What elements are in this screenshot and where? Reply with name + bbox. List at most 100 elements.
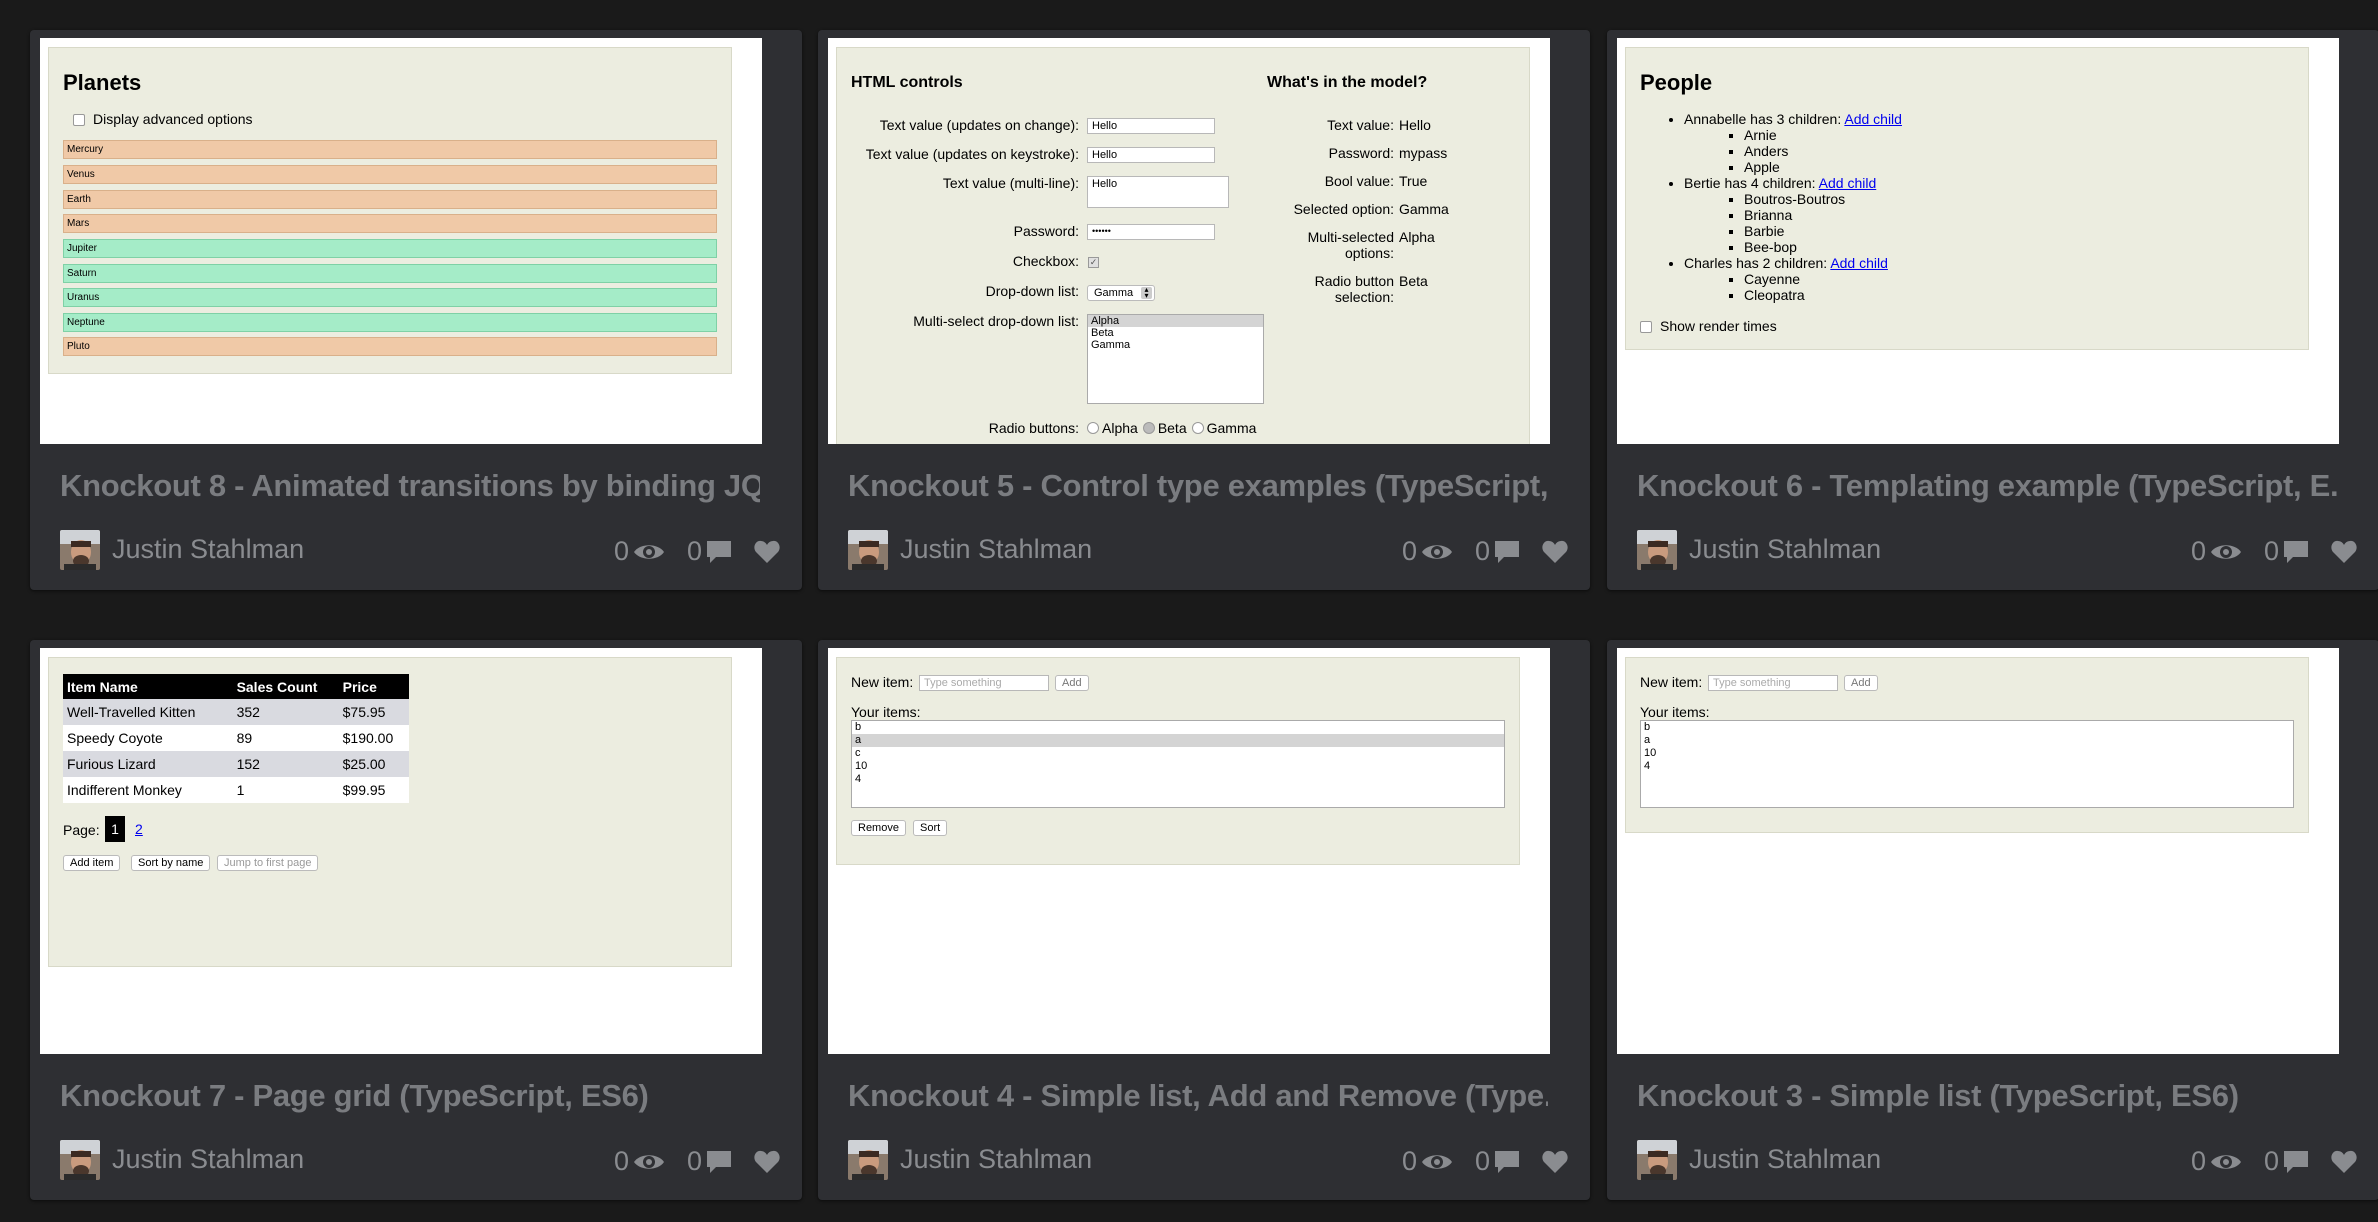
child-item: Bee-bop — [1744, 239, 1902, 255]
pen-grid: Planets Display advanced options Mercury… — [0, 0, 2378, 1222]
add-child-link[interactable]: Add child — [1844, 111, 1902, 127]
column-header: Price — [342, 678, 377, 695]
pen-preview[interactable]: Planets Display advanced options Mercury… — [40, 38, 762, 444]
heart-icon — [2331, 540, 2357, 563]
pen-stats: 0 0 — [592, 536, 780, 567]
model-checkbox[interactable]: ✓ — [1088, 257, 1099, 268]
pen-stats: 0 0 — [2169, 1146, 2357, 1177]
pen-title[interactable]: Knockout 3 - Simple list (TypeScript, ES… — [1637, 1078, 2337, 1114]
avatar[interactable] — [60, 1140, 100, 1180]
like-button[interactable] — [754, 1150, 780, 1174]
add-item-button[interactable]: Add item — [63, 855, 121, 871]
avatar[interactable] — [60, 530, 100, 570]
multiline-textarea[interactable]: Hello — [1087, 176, 1229, 208]
speech-bubble-icon — [2284, 540, 2308, 563]
author-name[interactable]: Justin Stahlman — [1689, 534, 1881, 565]
comments-count: 0 — [2263, 1146, 2279, 1176]
avatar[interactable] — [1637, 530, 1677, 570]
like-button[interactable] — [1542, 1150, 1568, 1174]
eye-icon — [1421, 1154, 1452, 1169]
multiselect-list[interactable]: Alpha Beta Gamma — [1087, 314, 1264, 404]
avatar[interactable] — [848, 1140, 888, 1180]
add-child-link[interactable]: Add child — [1819, 175, 1877, 191]
multiselect-option[interactable]: Gamma — [1088, 339, 1263, 351]
planet-row: Uranus — [63, 288, 717, 307]
author-name[interactable]: Justin Stahlman — [1689, 1144, 1881, 1175]
items-listbox[interactable]: b a c 10 4 — [851, 720, 1505, 808]
model-label: Text value: — [1327, 117, 1394, 133]
like-button[interactable] — [2331, 1150, 2357, 1174]
html-controls-heading: HTML controls — [851, 74, 963, 91]
multiselect-option[interactable]: Alpha — [1088, 315, 1263, 327]
like-button[interactable] — [1542, 540, 1568, 564]
model-value: Hello — [1399, 117, 1431, 133]
pen-title[interactable]: Knockout 8 - Animated transitions by bin… — [60, 468, 760, 504]
list-item[interactable]: 4 — [1641, 760, 2293, 773]
demo-panel: New item: Type something Add Your items:… — [836, 657, 1520, 865]
new-item-input[interactable]: Type something — [1708, 675, 1838, 691]
sort-by-name-button[interactable]: Sort by name — [131, 855, 211, 871]
pen-preview[interactable]: New item: Type something Add Your items:… — [1617, 648, 2339, 1054]
list-item[interactable]: 10 — [1641, 747, 2293, 760]
like-button[interactable] — [2331, 540, 2357, 564]
list-item[interactable]: a — [1641, 734, 2293, 747]
list-item[interactable]: b — [852, 721, 1504, 734]
author-name[interactable]: Justin Stahlman — [112, 1144, 304, 1175]
heart-icon — [754, 1150, 780, 1173]
author-name[interactable]: Justin Stahlman — [900, 534, 1092, 565]
pen-preview[interactable]: Item Name Sales Count Price Well-Travell… — [40, 648, 762, 1054]
dropdown-value: Gamma — [1094, 287, 1134, 299]
list-item[interactable]: 10 — [852, 760, 1504, 773]
radio-button[interactable] — [1191, 422, 1204, 434]
pen-title[interactable]: Knockout 6 - Templating example (TypeScr… — [1637, 468, 2337, 504]
items-listbox[interactable]: b a 10 4 — [1640, 720, 2294, 808]
author-name[interactable]: Justin Stahlman — [112, 534, 304, 565]
avatar[interactable] — [1637, 1140, 1677, 1180]
pen-title[interactable]: Knockout 5 - Control type examples (Type… — [848, 468, 1548, 504]
add-button[interactable]: Add — [1055, 675, 1089, 691]
like-button[interactable] — [754, 540, 780, 564]
pen-card[interactable]: Item Name Sales Count Price Well-Travell… — [30, 640, 802, 1200]
pen-preview[interactable]: HTML controls What's in the model? Text … — [828, 38, 1550, 444]
page-1-button[interactable]: 1 — [105, 816, 125, 842]
remove-button[interactable]: Remove — [851, 820, 906, 836]
table-cell: $99.95 — [342, 782, 386, 798]
avatar[interactable] — [848, 530, 888, 570]
dropdown-select[interactable]: Gamma ▴ ▾ — [1087, 285, 1155, 301]
pen-preview[interactable]: People Annabelle has 3 children: Add chi… — [1617, 38, 2339, 444]
table-row: Well-Travelled Kitten 352 $75.95 — [63, 699, 409, 725]
person-text: Bertie has 4 children: — [1684, 175, 1816, 191]
pen-card[interactable]: Planets Display advanced options Mercury… — [30, 30, 802, 590]
sort-button[interactable]: Sort — [913, 820, 948, 836]
password-input[interactable]: •••••• — [1087, 224, 1215, 240]
radio-button[interactable] — [1142, 422, 1155, 434]
pen-card[interactable]: New item: Type something Add Your items:… — [818, 640, 1590, 1200]
list-item[interactable]: a — [852, 734, 1504, 747]
page-2-link[interactable]: 2 — [135, 821, 143, 837]
pen-title[interactable]: Knockout 4 - Simple list, Add and Remove… — [848, 1078, 1548, 1114]
render-times-checkbox[interactable] — [1640, 321, 1652, 333]
pen-card[interactable]: New item: Type something Add Your items:… — [1607, 640, 2378, 1200]
page-label: Page: — [63, 822, 100, 838]
pen-card[interactable]: People Annabelle has 3 children: Add chi… — [1607, 30, 2378, 590]
pen-title[interactable]: Knockout 7 - Page grid (TypeScript, ES6) — [60, 1078, 760, 1114]
text-change-input[interactable]: Hello — [1087, 118, 1215, 134]
new-item-input[interactable]: Type something — [919, 675, 1049, 691]
list-item[interactable]: b — [1641, 721, 2293, 734]
add-child-link[interactable]: Add child — [1830, 255, 1888, 271]
list-item[interactable]: c — [852, 747, 1504, 760]
radio-button[interactable] — [1087, 422, 1099, 434]
text-keystroke-input[interactable]: Hello — [1087, 147, 1215, 163]
model-value: Alpha — [1399, 229, 1435, 245]
multiselect-option[interactable]: Beta — [1088, 327, 1263, 339]
advanced-options-checkbox[interactable] — [73, 114, 85, 126]
pen-preview[interactable]: New item: Type something Add Your items:… — [828, 648, 1550, 1054]
jump-first-page-button[interactable]: Jump to first page — [217, 855, 319, 871]
column-header: Item Name — [67, 678, 138, 695]
author-name[interactable]: Justin Stahlman — [900, 1144, 1092, 1175]
person-item: Bertie has 4 children: Add child Boutros… — [1684, 175, 1902, 255]
list-item[interactable]: 4 — [852, 773, 1504, 786]
pen-card[interactable]: HTML controls What's in the model? Text … — [818, 30, 1590, 590]
add-button[interactable]: Add — [1844, 675, 1878, 691]
views-count: 0 — [1401, 536, 1417, 566]
